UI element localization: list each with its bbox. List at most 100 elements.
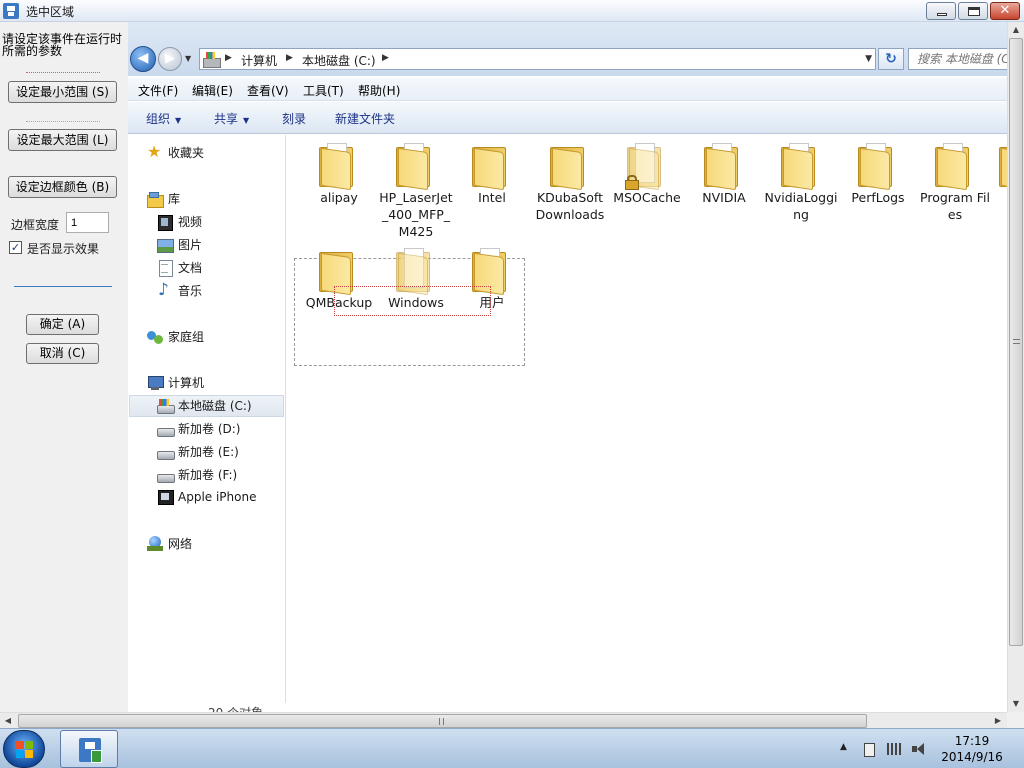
library-icon [147, 191, 164, 208]
star-icon [147, 142, 163, 161]
folder-item[interactable]: alipay [302, 135, 376, 235]
folder-item[interactable]: MSOCache [610, 135, 684, 235]
nav-item-drive-f[interactable]: 新加卷 (F:) [157, 466, 237, 488]
nav-item-libraries[interactable]: 库 [147, 190, 180, 212]
folder-label: KDubaSoftDownloads [535, 190, 605, 222]
breadcrumb-separator-icon[interactable]: ▶ [286, 53, 293, 63]
show-effect-checkbox[interactable]: ✓ [9, 241, 22, 254]
folder-label: Program Files [920, 190, 990, 222]
maximize-button[interactable] [958, 2, 988, 20]
file-list[interactable]: alipay HP_LaserJet_400_MFP_M425 Intel KD… [287, 135, 1007, 703]
horizontal-scrollbar[interactable]: ◀ ▶ [0, 712, 1007, 728]
folder-item[interactable]: PerfLogs [841, 135, 915, 235]
close-button[interactable]: ✕ [990, 2, 1020, 20]
address-bar[interactable]: ▶ 计算机 ▶ 本地磁盘 (C:) ▶ ▼ [199, 48, 876, 70]
nav-item-computer[interactable]: 计算机 [147, 374, 204, 396]
drive-icon [203, 52, 221, 68]
folder-item[interactable]: Intel [455, 135, 529, 235]
folder-icon [700, 141, 748, 191]
folder-icon [931, 141, 979, 191]
nav-label: 新加卷 (D:) [178, 422, 241, 436]
app-icon [3, 3, 19, 19]
nav-label: 音乐 [178, 284, 203, 298]
nav-item-favorites[interactable]: 收藏夹 [147, 142, 204, 166]
divider [26, 121, 100, 122]
clock[interactable]: 17:19 2014/9/16 [930, 733, 1014, 765]
new-folder-button[interactable]: 新建文件夹 [335, 110, 395, 127]
drive-icon [157, 398, 175, 414]
share-dropdown-icon: ▼ [243, 116, 250, 125]
folder-item[interactable]: HP_LaserJet_400_MFP_M425 [379, 135, 453, 239]
history-dropdown-icon[interactable]: ▼ [185, 54, 191, 63]
refresh-button[interactable]: ↻ [878, 48, 904, 70]
set-min-range-button[interactable]: 设定最小范围 (S) [8, 81, 117, 103]
set-border-color-button[interactable]: 设定边框颜色 (B) [8, 176, 117, 198]
network-status-icon[interactable] [886, 741, 902, 757]
menu-tools[interactable]: 工具(T) [303, 82, 344, 99]
drive-icon [157, 421, 175, 437]
folder-item[interactable]: NVIDIA [687, 135, 761, 235]
border-width-label: 边框宽度 [11, 218, 60, 232]
nav-label: Apple iPhone [178, 490, 257, 504]
nav-item-music[interactable]: 音乐 [157, 280, 203, 304]
folder-icon [315, 141, 363, 191]
maximize-icon [968, 7, 980, 16]
address-dropdown-icon[interactable]: ▼ [865, 54, 872, 64]
nav-item-network[interactable]: 网络 [147, 535, 192, 557]
folder-item[interactable]: NvidiaLogging [764, 135, 838, 235]
menu-help[interactable]: 帮助(H) [358, 82, 400, 99]
share-button[interactable]: 共享 ▼ [214, 110, 249, 127]
burn-button[interactable]: 刻录 [282, 110, 306, 127]
settings-panel: 请设定该事件在运行时所需的参数 设定最小范围 (S) 设定最大范围 (L) 设定… [0, 22, 128, 712]
minimize-button[interactable] [926, 2, 956, 20]
set-max-range-button[interactable]: 设定最大范围 (L) [8, 129, 117, 151]
nav-label: 新加卷 (E:) [178, 445, 239, 459]
nav-item-drive-c[interactable]: 本地磁盘 (C:) [129, 395, 284, 417]
nav-label: 库 [168, 192, 181, 206]
volume-icon[interactable] [910, 741, 926, 757]
folder-item[interactable]: KDubaSoftDownloads [533, 135, 607, 235]
usb-device-icon[interactable] [861, 741, 877, 757]
folder-item-partial[interactable] [995, 135, 1007, 235]
border-width-input[interactable] [66, 212, 109, 233]
clock-time: 17:19 [954, 734, 990, 748]
start-button[interactable] [3, 730, 45, 768]
menu-edit[interactable]: 编辑(E) [192, 82, 233, 99]
nav-item-homegroup[interactable]: 家庭组 [147, 328, 204, 350]
back-button[interactable]: ◀ [130, 46, 156, 72]
taskbar-app-button[interactable] [60, 730, 118, 768]
cancel-button[interactable]: 取消 (C) [26, 343, 99, 364]
scroll-left-icon[interactable]: ◀ [0, 713, 16, 729]
network-icon [147, 535, 163, 552]
back-arrow-icon: ◀ [137, 50, 149, 66]
ok-button[interactable]: 确定 (A) [26, 314, 99, 335]
nav-item-drive-e[interactable]: 新加卷 (E:) [157, 443, 239, 465]
nav-item-iphone[interactable]: Apple iPhone [157, 489, 256, 511]
menu-file[interactable]: 文件(F) [138, 82, 178, 99]
vertical-scroll-thumb[interactable] [1009, 38, 1023, 646]
breadcrumb-separator-icon[interactable]: ▶ [382, 53, 389, 63]
menu-view[interactable]: 查看(V) [247, 82, 289, 99]
windows-logo-icon [16, 741, 33, 758]
nav-item-documents[interactable]: 文档 [157, 259, 202, 281]
horizontal-scroll-thumb[interactable] [18, 714, 867, 728]
scroll-right-icon[interactable]: ▶ [990, 713, 1006, 729]
folder-icon [995, 141, 1007, 191]
nav-item-pictures[interactable]: 图片 [157, 236, 202, 258]
organize-button[interactable]: 组织 ▼ [146, 110, 181, 127]
forward-button[interactable]: ▶ [158, 47, 182, 71]
folder-label: HP_LaserJet_400_MFP_M425 [379, 190, 453, 239]
nav-item-drive-d[interactable]: 新加卷 (D:) [157, 420, 240, 442]
scroll-down-icon[interactable]: ▼ [1008, 696, 1024, 712]
breadcrumb-computer[interactable]: 计算机 [241, 52, 277, 69]
folder-item[interactable]: Program Files [918, 135, 992, 235]
vertical-scrollbar[interactable]: ▲ ▼ [1007, 22, 1024, 712]
show-effect-label: 是否显示效果 [27, 242, 100, 256]
nav-item-videos[interactable]: 视频 [157, 213, 202, 235]
breadcrumb-separator-icon[interactable]: ▶ [225, 53, 232, 63]
title-bar: 选中区域 ✕ [0, 0, 1024, 22]
navigation-pane: 收藏夹 库 视频 图片 文档 音乐 家庭组 计算机 本地磁盘 (C:) 新加卷 … [128, 135, 286, 703]
scroll-up-icon[interactable]: ▲ [1008, 22, 1024, 38]
breadcrumb-local-disk[interactable]: 本地磁盘 (C:) [302, 52, 376, 69]
tray-expand-icon[interactable]: ▲ [840, 742, 847, 752]
